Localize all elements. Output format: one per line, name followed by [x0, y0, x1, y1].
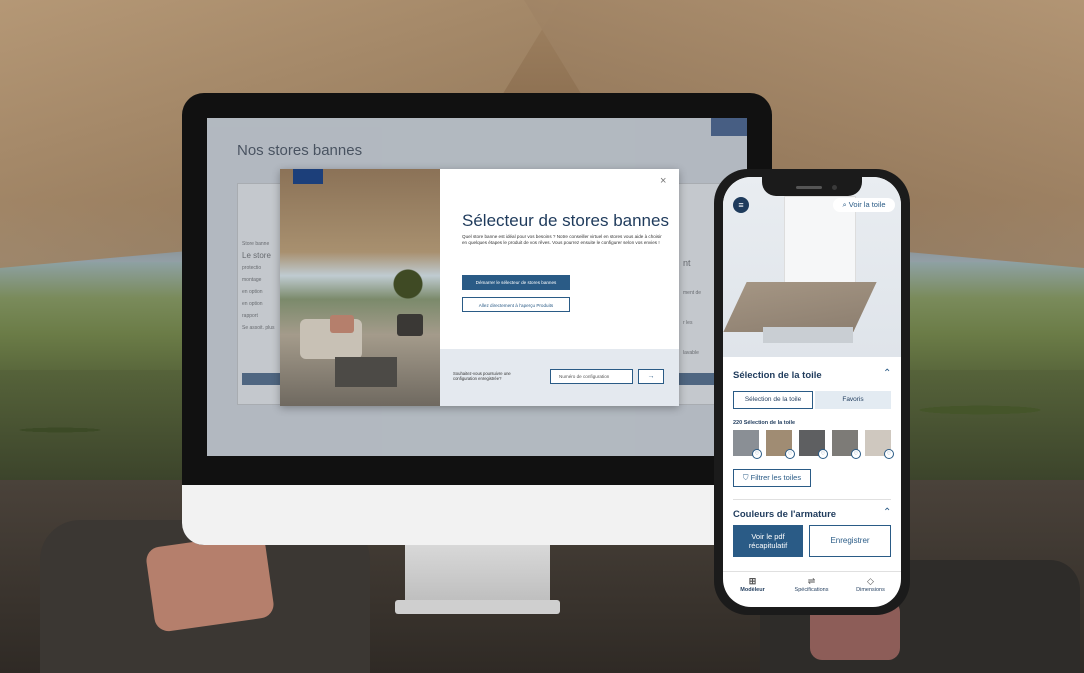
- card-line: en option: [242, 301, 263, 307]
- nav-specifications[interactable]: ⇌ Spécifications: [782, 576, 841, 593]
- view-fabric-button[interactable]: ⌕ Voir la toile: [833, 198, 895, 212]
- resume-config-question: Souhaitez-vous poursuivre une configurat…: [453, 371, 511, 381]
- card-line: Store banne: [242, 241, 270, 247]
- modal-description: Quel store banne est idéal pour vos beso…: [462, 234, 662, 245]
- card-line: ment de: [683, 290, 702, 296]
- monitor-stand: [405, 545, 550, 605]
- ruler-icon: ◇: [867, 576, 874, 586]
- products-overview-button[interactable]: Allez directement à l'aperçu Produits: [462, 297, 570, 312]
- pillow: [144, 532, 276, 633]
- fabric-swatch[interactable]: ♡: [766, 430, 795, 459]
- card-line: lavable: [683, 350, 699, 356]
- fabric-swatch[interactable]: ♡: [799, 430, 828, 459]
- view-pdf-button[interactable]: Voir le pdf récapitulatif: [733, 525, 803, 557]
- section-title-frame-colors: Couleurs de l'armature: [733, 509, 837, 520]
- nav-label: Spécifications: [794, 587, 829, 593]
- tab-fabric-selection[interactable]: Sélection de la toile: [733, 391, 813, 409]
- menu-icon[interactable]: ≡: [733, 197, 749, 213]
- card-line: Se assoit. plus: [242, 325, 275, 331]
- modal-title: Sélecteur de stores bannes: [462, 211, 669, 230]
- favorite-icon[interactable]: ♡: [785, 449, 795, 459]
- arrow-right-icon[interactable]: →: [638, 369, 664, 384]
- bottom-navigation: ⊞ Modèleur ⇌ Spécifications ◇ Dimensions: [723, 571, 901, 607]
- page-title: Nos stores bannes: [237, 142, 363, 159]
- desktop-screen: Nos stores bannes Store banne Le store p…: [207, 118, 747, 456]
- selector-modal: × Sélecteur de stores bannes Quel store …: [280, 169, 679, 406]
- modal-image: [280, 169, 440, 406]
- cushion: [330, 315, 354, 333]
- filter-icon: ⛉: [742, 473, 751, 482]
- fabric-swatch[interactable]: ♡: [865, 430, 894, 459]
- nav-label: Modèleur: [740, 587, 765, 593]
- filter-fabrics-button[interactable]: ⛉ Filtrer les toiles: [733, 469, 811, 487]
- section-title-fabric: Sélection de la toile: [733, 370, 822, 381]
- fabric-count: 220 Sélection de la toile: [733, 420, 796, 426]
- card-line: protectio: [242, 265, 262, 271]
- favorite-icon[interactable]: ♡: [818, 449, 828, 459]
- chevron-up-icon[interactable]: ⌃: [883, 368, 891, 379]
- brand-logo: [711, 118, 747, 136]
- nav-label: Dimensions: [856, 587, 885, 593]
- awning-model: [723, 282, 877, 332]
- card-button[interactable]: [242, 373, 282, 385]
- divider: [733, 499, 891, 500]
- view-fabric-label: Voir la toile: [848, 200, 886, 209]
- nav-dimensions[interactable]: ◇ Dimensions: [841, 576, 900, 593]
- awning-shadow: [763, 327, 853, 343]
- close-icon[interactable]: ×: [660, 175, 666, 187]
- filter-label: Filtrer les toiles: [750, 473, 802, 482]
- model-icon: ⊞: [748, 576, 757, 586]
- phone-screen: ≡ ⌕ Voir la toile Sélection de la toile …: [723, 177, 901, 607]
- plant-pot: [397, 314, 423, 336]
- card-line: nt: [683, 258, 691, 268]
- phone-speaker: [796, 186, 822, 189]
- chevron-up-icon[interactable]: ⌃: [883, 507, 891, 518]
- start-selector-button[interactable]: Démarrer le sélecteur de stores bannes: [462, 275, 570, 290]
- card-line: Le store: [242, 251, 271, 260]
- coffee-table: [335, 357, 397, 387]
- card-line: en option: [242, 289, 263, 295]
- sliders-icon: ⇌: [807, 576, 816, 586]
- card-line: montage: [242, 277, 262, 283]
- favorite-icon[interactable]: ♡: [884, 449, 894, 459]
- card-line: r les: [683, 320, 693, 326]
- card-line: rapport: [242, 313, 258, 319]
- fabric-swatch[interactable]: ♡: [832, 430, 861, 459]
- favorite-icon[interactable]: ♡: [851, 449, 861, 459]
- product-card-text-right: nt ment de r les lavable: [683, 248, 701, 368]
- modal-footer: Souhaitez-vous poursuivre une configurat…: [440, 349, 679, 406]
- awning-3d-preview: ≡ ⌕ Voir la toile: [723, 177, 901, 357]
- config-number-input[interactable]: Numéro de configuration: [550, 369, 633, 384]
- favorite-icon[interactable]: ♡: [752, 449, 762, 459]
- fabric-swatch[interactable]: ♡: [733, 430, 762, 459]
- monitor-chin: [182, 485, 772, 545]
- phone-camera: [832, 185, 837, 190]
- phone-notch: [762, 174, 862, 196]
- nav-modeler[interactable]: ⊞ Modèleur: [723, 576, 782, 593]
- product-card-text: Store banne Le store protectio montage e…: [242, 238, 275, 334]
- tab-favorites[interactable]: Favoris: [815, 391, 891, 409]
- monitor-base: [395, 600, 560, 614]
- brand-logo: [293, 169, 323, 184]
- save-button[interactable]: Enregistrer: [809, 525, 891, 557]
